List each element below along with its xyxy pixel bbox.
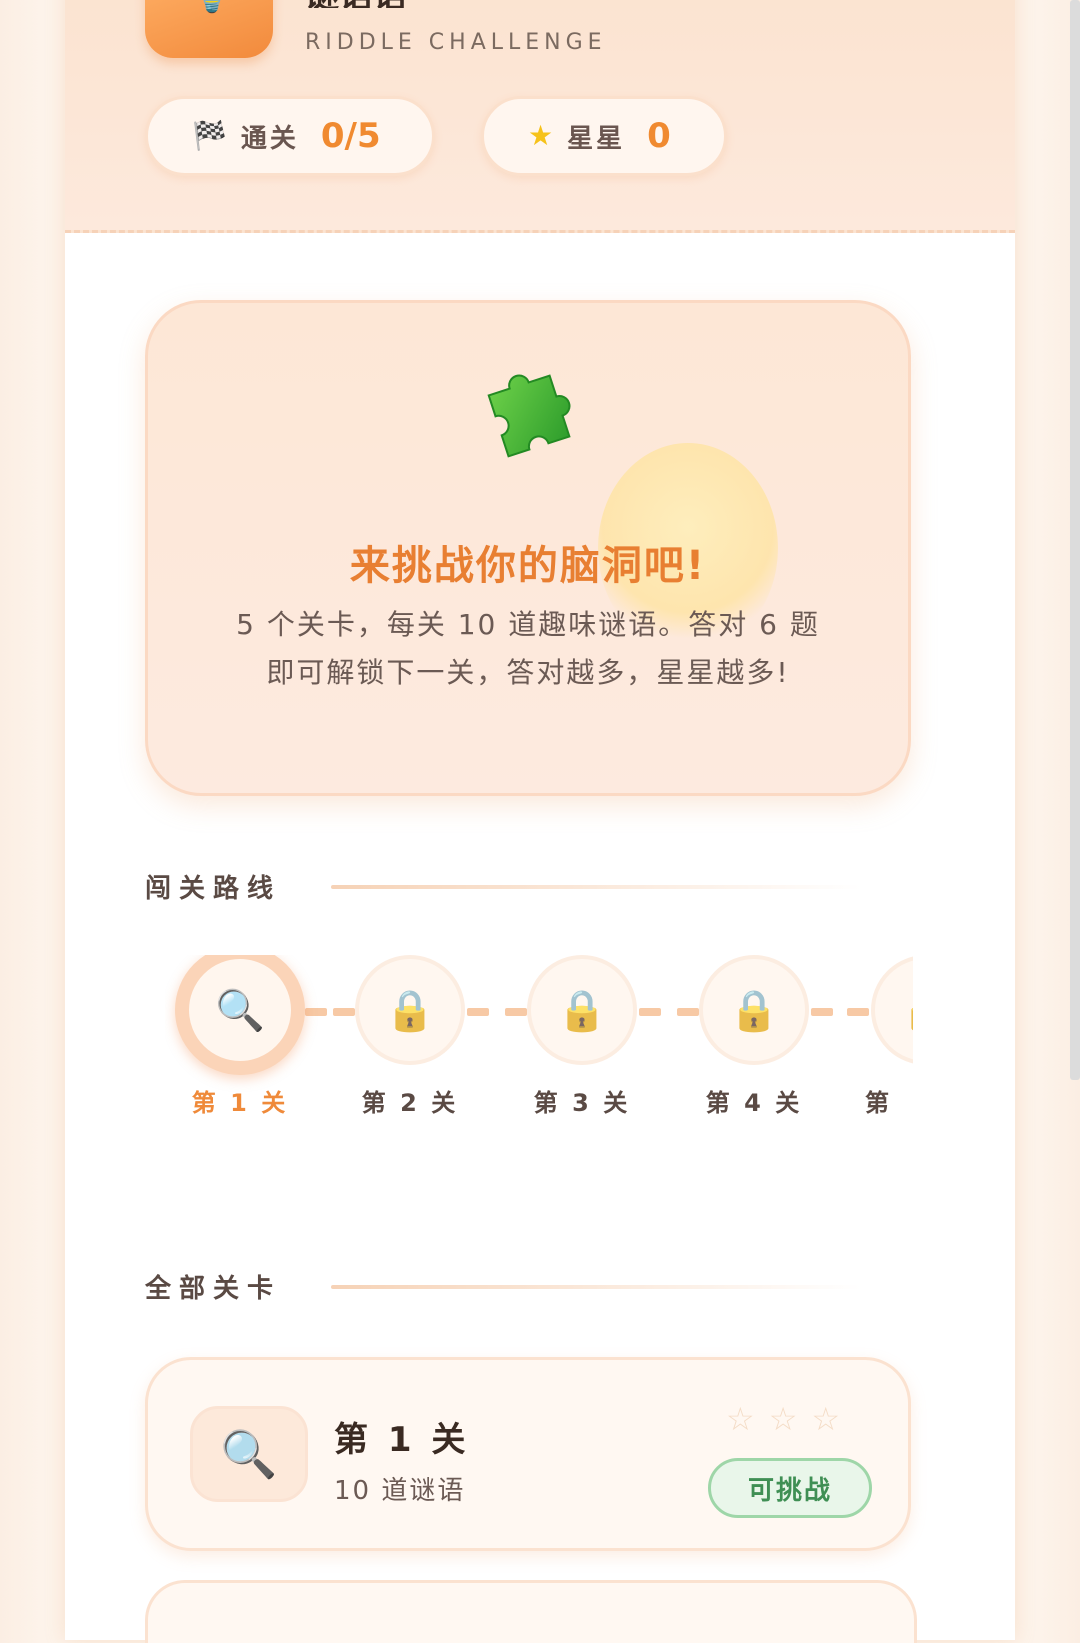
levels-section-divider (331, 1285, 861, 1289)
route-node-1[interactable]: 🔍 (175, 955, 305, 1075)
intro-headline: 来挑战你的脑洞吧! (349, 543, 707, 589)
route-connector (847, 1008, 869, 1016)
route-node-5[interactable]: 🔒 (871, 955, 913, 1065)
route-connector (467, 1008, 489, 1016)
route-node-label: 第 4 关 (705, 1089, 803, 1115)
lightbulb-icon: 💡 (187, 0, 237, 12)
route-connector (811, 1008, 833, 1016)
route-connector (677, 1008, 699, 1016)
checkered-flag-icon: 🏁 (192, 119, 227, 152)
route-node-2[interactable]: 🔒 (355, 955, 465, 1065)
cleared-label: 通关 (240, 123, 299, 154)
stars-value: 0 (647, 116, 671, 156)
route-connector (333, 1008, 355, 1016)
route-node-label: 第 3 关 (533, 1089, 631, 1115)
challenge-button[interactable]: 可挑战 (708, 1458, 872, 1518)
scrollbar[interactable] (1070, 0, 1080, 1080)
stars-label: 星星 (567, 123, 626, 154)
route-connector (639, 1008, 661, 1016)
star-icon: ★ (528, 119, 554, 152)
app-title: 谜语语 (305, 0, 407, 8)
route-connector (305, 1008, 327, 1016)
level-route: 🔍 🔒 🔒 🔒 🔒 第 1 关 第 2 关 第 3 关 第 4 关 第 (165, 955, 913, 1115)
app-icon: 💡 (145, 0, 273, 58)
puzzle-piece-icon (487, 374, 571, 458)
route-section-title: 闯关路线 (145, 874, 282, 904)
magnifier-icon: 🔍 (215, 987, 265, 1034)
main-panel: 💡 谜语语 RIDDLE CHALLENGE 🏁 通关 0/5 ★ 星星 0 (65, 0, 1015, 1643)
magnifier-icon: 🔍 (190, 1406, 308, 1502)
route-node-4[interactable]: 🔒 (699, 955, 809, 1065)
lock-icon: 🔒 (901, 987, 913, 1034)
lock-icon: 🔒 (729, 987, 779, 1034)
route-node-3[interactable]: 🔒 (527, 955, 637, 1065)
level-name: 第 1 关 (334, 1420, 470, 1460)
intro-description: 5 个关卡，每关 10 道趣味谜语。答对 6 题即可解锁下一关，答对越多，星星越… (236, 608, 820, 689)
level-card-1[interactable]: 🔍 第 1 关 10 道谜语 ☆☆☆ 可挑战 (145, 1357, 911, 1551)
app-subtitle: RIDDLE CHALLENGE (305, 30, 607, 55)
levels-section-title: 全部关卡 (145, 1274, 282, 1304)
stars-stat: ★ 星星 0 (481, 96, 727, 176)
cleared-stat: 🏁 通关 0/5 (145, 96, 435, 176)
level-stars-rating: ☆☆☆ (726, 1400, 855, 1438)
lock-icon: 🔒 (385, 987, 435, 1034)
level-card-2[interactable] (145, 1580, 917, 1643)
header: 💡 谜语语 RIDDLE CHALLENGE 🏁 通关 0/5 ★ 星星 0 (65, 0, 1015, 233)
route-node-label: 第 1 关 (191, 1089, 289, 1115)
lock-icon: 🔒 (557, 987, 607, 1034)
level-question-count: 10 道谜语 (334, 1476, 466, 1506)
route-connector (505, 1008, 527, 1016)
route-node-label: 第 2 关 (361, 1089, 459, 1115)
cleared-value: 0/5 (320, 116, 381, 156)
route-section-divider (331, 885, 861, 889)
intro-card: 来挑战你的脑洞吧! 5 个关卡，每关 10 道趣味谜语。答对 6 题即可解锁下一… (145, 300, 911, 796)
route-node-label: 第 (865, 1089, 892, 1115)
